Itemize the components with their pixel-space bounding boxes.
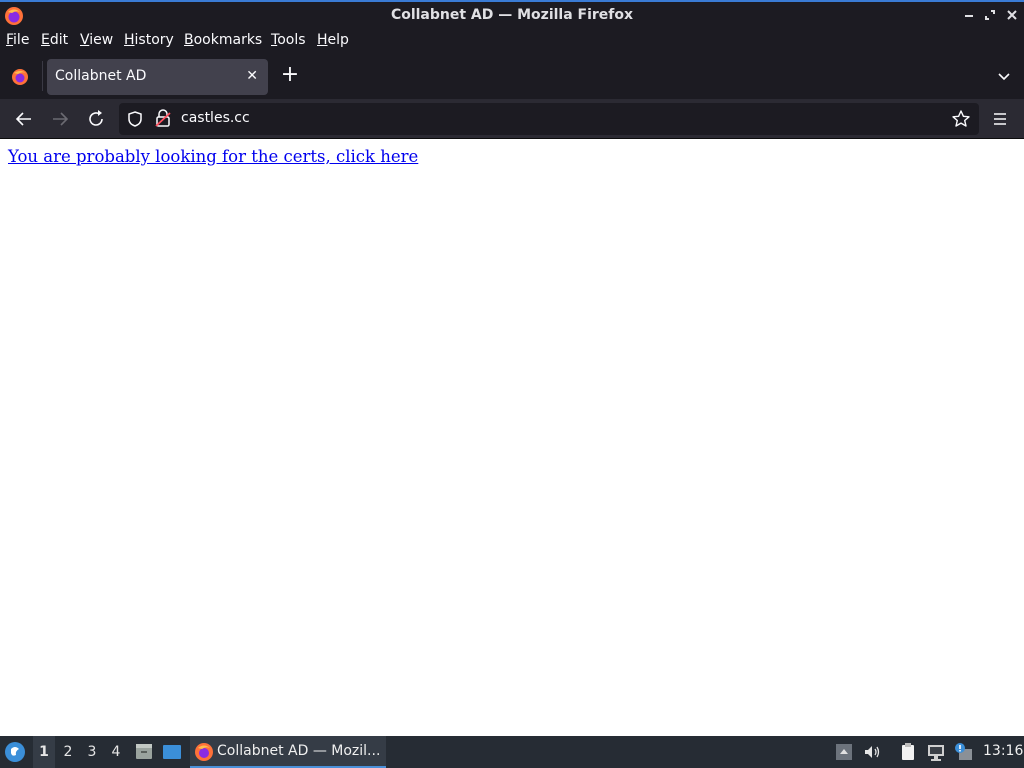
menu-bookmarks[interactable]: Bookmarks bbox=[184, 32, 262, 48]
workspace-2[interactable]: 2 bbox=[57, 736, 79, 768]
reload-icon[interactable] bbox=[85, 108, 107, 130]
firefox-icon bbox=[195, 743, 213, 761]
notification-icon[interactable] bbox=[953, 742, 973, 762]
maximize-icon[interactable] bbox=[983, 8, 997, 22]
start-menu-icon[interactable] bbox=[4, 741, 26, 763]
tab-collabnet-ad[interactable]: Collabnet AD ✕ bbox=[47, 59, 268, 95]
menu-bar: File Edit View History Bookmarks Tools H… bbox=[0, 29, 1024, 53]
bookmark-star-icon[interactable] bbox=[951, 109, 971, 129]
minimize-icon[interactable] bbox=[962, 8, 976, 22]
url-text[interactable]: castles.cc bbox=[181, 110, 250, 126]
desktop-icon[interactable] bbox=[162, 742, 182, 762]
window-title: Collabnet AD — Mozilla Firefox bbox=[390, 7, 634, 23]
tab-strip: Collabnet AD ✕ + bbox=[0, 53, 1024, 99]
tracking-protection-icon[interactable] bbox=[126, 110, 144, 128]
firefox-view-icon[interactable] bbox=[10, 67, 30, 87]
taskbar: 1 2 3 4 Collabnet AD — Mozil... 13:16 bbox=[0, 736, 1024, 768]
close-icon[interactable] bbox=[1005, 8, 1019, 22]
workspace-1[interactable]: 1 bbox=[33, 736, 55, 768]
url-bar[interactable]: castles.cc bbox=[119, 103, 979, 135]
menu-tools[interactable]: Tools bbox=[271, 32, 306, 48]
list-all-tabs-icon[interactable] bbox=[994, 67, 1014, 87]
task-label: Collabnet AD — Mozil... bbox=[217, 743, 381, 759]
new-tab-icon[interactable]: + bbox=[280, 64, 300, 87]
clock: 13:16 bbox=[983, 743, 1024, 759]
menu-edit[interactable]: Edit bbox=[41, 32, 68, 48]
file-manager-icon[interactable] bbox=[134, 742, 154, 762]
navigation-toolbar: castles.cc bbox=[0, 99, 1024, 139]
tab-close-icon[interactable]: ✕ bbox=[246, 68, 258, 84]
menu-help[interactable]: Help bbox=[317, 32, 349, 48]
menu-history[interactable]: History bbox=[124, 32, 174, 48]
hamburger-menu-icon[interactable] bbox=[990, 109, 1010, 129]
taskbar-task-firefox[interactable]: Collabnet AD — Mozil... bbox=[190, 736, 386, 768]
certs-link[interactable]: You are probably looking for the certs, … bbox=[8, 147, 418, 166]
workspace-3[interactable]: 3 bbox=[81, 736, 103, 768]
tab-separator bbox=[42, 61, 43, 91]
tab-label: Collabnet AD bbox=[55, 68, 147, 84]
network-icon[interactable] bbox=[926, 742, 946, 762]
page-content: You are probably looking for the certs, … bbox=[0, 140, 1024, 736]
back-icon[interactable] bbox=[13, 108, 35, 130]
volume-icon[interactable] bbox=[862, 742, 882, 762]
tray-arrow-icon[interactable] bbox=[834, 742, 854, 762]
window-titlebar[interactable]: Collabnet AD — Mozilla Firefox bbox=[0, 0, 1024, 29]
menu-file[interactable]: File bbox=[6, 32, 29, 48]
workspace-4[interactable]: 4 bbox=[105, 736, 127, 768]
clipboard-icon[interactable] bbox=[898, 742, 918, 762]
insecure-lock-icon[interactable] bbox=[155, 109, 171, 128]
forward-icon[interactable] bbox=[49, 108, 71, 130]
menu-view[interactable]: View bbox=[80, 32, 113, 48]
